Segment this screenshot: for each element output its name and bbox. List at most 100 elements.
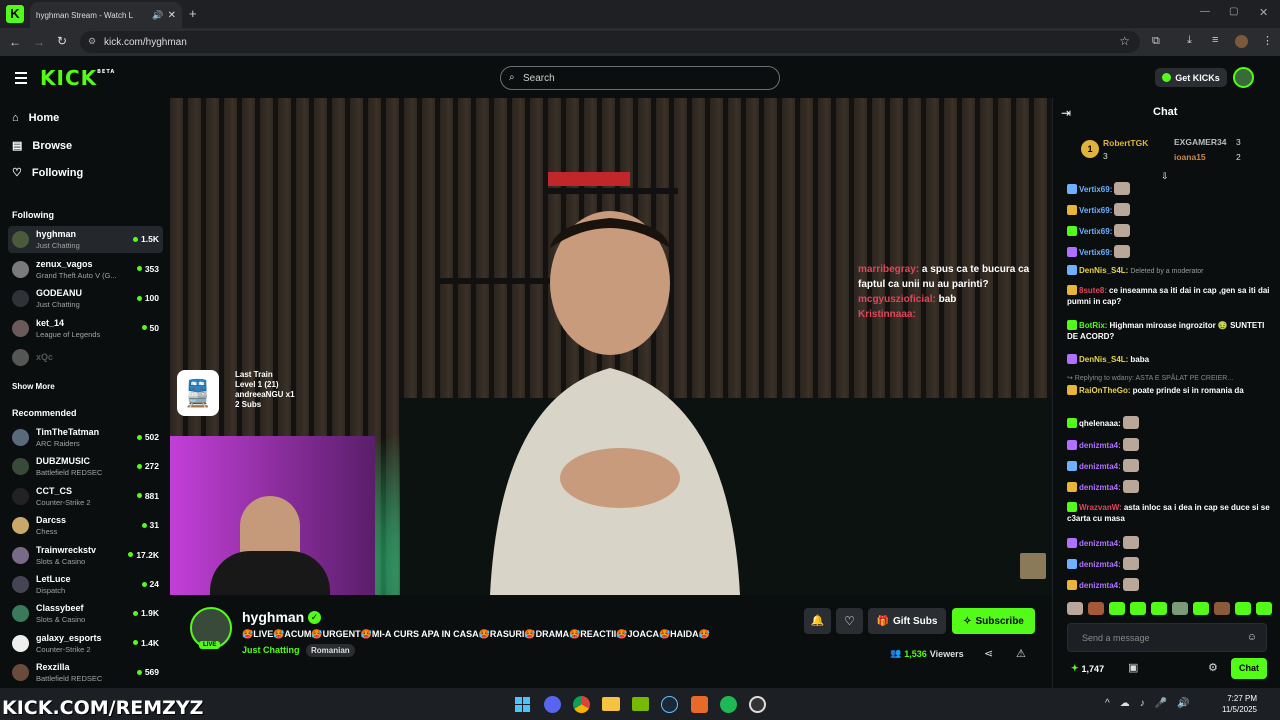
chat-username[interactable]: 8sute8: <box>1079 286 1107 295</box>
browser-tab[interactable]: hyghman Stream - Watch L 🔊 ✕ <box>30 2 182 28</box>
spotify-icon[interactable] <box>720 696 737 713</box>
gift-subs-button[interactable]: 🎁 Gift Subs <box>868 608 946 634</box>
emote[interactable] <box>1172 602 1188 615</box>
collapse-chat-icon[interactable]: ⇥ <box>1061 106 1071 120</box>
channel-item[interactable]: Darcss Chess 31 <box>8 512 163 539</box>
chat-username[interactable]: qhelenaaa: <box>1079 419 1121 428</box>
channel-item[interactable]: CCT_CS Counter-Strike 2 881 <box>8 483 163 510</box>
chat-username[interactable]: denizmta4: <box>1079 539 1121 548</box>
emote[interactable] <box>1067 602 1083 615</box>
chat-username[interactable]: WrazvanW: <box>1079 503 1122 512</box>
language-tag[interactable]: Romanian <box>306 644 355 657</box>
nav-browse[interactable]: ▤ Browse <box>12 139 72 153</box>
get-kicks-button[interactable]: Get KICKs <box>1155 68 1227 87</box>
emote[interactable] <box>1235 602 1251 615</box>
channel-item[interactable]: Classybeef Slots & Casino 1.9K <box>8 600 163 627</box>
clock[interactable]: 7:27 PM 11/5/2025 <box>1222 693 1257 715</box>
emote[interactable] <box>1088 602 1104 615</box>
subscribe-button[interactable]: ✧ Subscribe <box>952 608 1035 634</box>
maximize-button[interactable]: ▢ <box>1229 6 1238 17</box>
reload-icon[interactable]: ↻ <box>57 34 67 48</box>
steam-icon[interactable] <box>661 696 678 713</box>
channel-item[interactable]: zenux_vagos Grand Theft Auto V (G... 353 <box>8 256 163 283</box>
chat-username[interactable]: denizmta4: <box>1079 483 1121 492</box>
tab-close-icon[interactable]: ✕ <box>168 10 176 21</box>
speaker-icon[interactable]: 🔊 <box>152 10 163 21</box>
start-icon[interactable] <box>515 697 530 712</box>
share-icon[interactable]: ⋖ <box>984 647 993 660</box>
extensions-icon[interactable]: ⧉ <box>1152 35 1160 48</box>
profile-avatar[interactable] <box>1235 35 1248 48</box>
channel-item[interactable]: xQc <box>8 344 163 371</box>
emoji-picker-icon[interactable]: ☺ <box>1247 632 1257 643</box>
channel-item[interactable]: TimTheTatman ARC Raiders 502 <box>8 424 163 451</box>
report-icon[interactable]: ⚠ <box>1016 647 1026 660</box>
nav-following[interactable]: ♡ Following <box>12 166 83 180</box>
user-avatar[interactable] <box>1233 67 1254 88</box>
system-tray[interactable]: ^☁♪🎤🔊 <box>1105 698 1200 709</box>
chat-username[interactable]: RaiOnTheGo: <box>1079 386 1131 395</box>
new-tab-button[interactable]: + <box>189 6 197 21</box>
emote[interactable] <box>1214 602 1230 615</box>
emote[interactable] <box>1256 602 1272 615</box>
chat-settings-icon[interactable]: ⚙ <box>1208 661 1218 674</box>
forward-icon[interactable]: → <box>33 35 45 49</box>
download-icon[interactable]: ⤓ <box>1187 34 1192 47</box>
emote[interactable] <box>1151 602 1167 615</box>
channel-item[interactable]: Rexzilla Battlefield REDSEC 569 <box>8 659 163 686</box>
address-bar[interactable]: ⚙ kick.com/hyghman ☆ <box>80 31 1140 53</box>
channel-points[interactable]: ✦ 1,747 <box>1071 663 1104 674</box>
channel-item[interactable]: LetLuce Dispatch 24 <box>8 571 163 598</box>
chat-username[interactable]: Vertix69: <box>1079 206 1112 215</box>
leader-second-name[interactable]: EXGAMER34 <box>1174 137 1226 147</box>
category-link[interactable]: Just Chatting <box>242 645 300 655</box>
show-more-link[interactable]: Show More <box>12 382 55 391</box>
chat-username[interactable]: BotRix: <box>1079 321 1107 330</box>
nav-home[interactable]: ⌂ Home <box>12 112 59 124</box>
chat-username[interactable]: DenNis_S4L: <box>1079 266 1128 275</box>
chat-username[interactable]: Vertix69: <box>1079 185 1112 194</box>
channel-item[interactable]: GODEANU Just Chatting 100 <box>8 285 163 312</box>
site-info-icon[interactable]: ⚙ <box>88 36 96 47</box>
notification-bell-button[interactable]: 🔔 <box>804 608 831 634</box>
obs-icon[interactable] <box>749 696 766 713</box>
kick-tab-icon[interactable]: K <box>6 5 24 23</box>
search-input[interactable]: ⌕ Search <box>500 66 780 90</box>
store-icon[interactable]: ▣ <box>1128 661 1138 674</box>
channel-item[interactable]: Trainwreckstv Slots & Casino 17.2K <box>8 542 163 569</box>
send-chat-button[interactable]: Chat <box>1231 658 1267 679</box>
emote[interactable] <box>1109 602 1125 615</box>
chat-scroll-icon[interactable]: ⇩ <box>1161 171 1169 182</box>
chrome-icon[interactable] <box>573 696 590 713</box>
channel-item[interactable]: galaxy_esports Counter-Strike 2 1.4K <box>8 630 163 657</box>
media-icon[interactable]: ≡ <box>1212 34 1218 46</box>
chat-username[interactable]: denizmta4: <box>1079 462 1121 471</box>
hamburger-menu-icon[interactable] <box>15 72 27 84</box>
channel-item[interactable]: hyghman Just Chatting 1.5K <box>8 226 163 253</box>
video-player[interactable]: 🚆 Last Train Level 1 (21) andreeaNGU x1 … <box>170 98 1052 595</box>
nvidia-icon[interactable] <box>632 697 649 711</box>
kick-logo[interactable]: KICKBETA <box>40 66 115 90</box>
back-icon[interactable]: ← <box>9 35 21 49</box>
channel-item[interactable]: DUBZMUSIC Battlefield REDSEC 272 <box>8 453 163 480</box>
emote[interactable] <box>1193 602 1209 615</box>
emote[interactable] <box>1130 602 1146 615</box>
leader-first-name[interactable]: RobertTGK <box>1103 138 1148 148</box>
chat-username[interactable]: denizmta4: <box>1079 581 1121 590</box>
chat-username[interactable]: Vertix69: <box>1079 248 1112 257</box>
leader-third-name[interactable]: ioana15 <box>1174 152 1206 162</box>
file-explorer-icon[interactable] <box>602 697 620 711</box>
chat-username[interactable]: Vertix69: <box>1079 227 1112 236</box>
chat-username[interactable]: denizmta4: <box>1079 560 1121 569</box>
channel-item[interactable]: ket_14 League of Legends 50 <box>8 315 163 342</box>
app-icon[interactable] <box>691 696 708 713</box>
chat-username[interactable]: DenNis_S4L: <box>1079 355 1128 364</box>
discord-icon[interactable] <box>544 696 561 713</box>
chat-username[interactable]: denizmta4: <box>1079 441 1121 450</box>
bookmark-star-icon[interactable]: ☆ <box>1119 34 1130 48</box>
browser-menu-icon[interactable]: ⋮ <box>1262 34 1273 47</box>
follow-heart-button[interactable]: ♡ <box>836 608 863 634</box>
window-close-button[interactable]: ✕ <box>1259 6 1268 19</box>
minimize-button[interactable]: — <box>1200 6 1210 17</box>
chat-input[interactable]: Send a message ☺ <box>1067 623 1267 652</box>
